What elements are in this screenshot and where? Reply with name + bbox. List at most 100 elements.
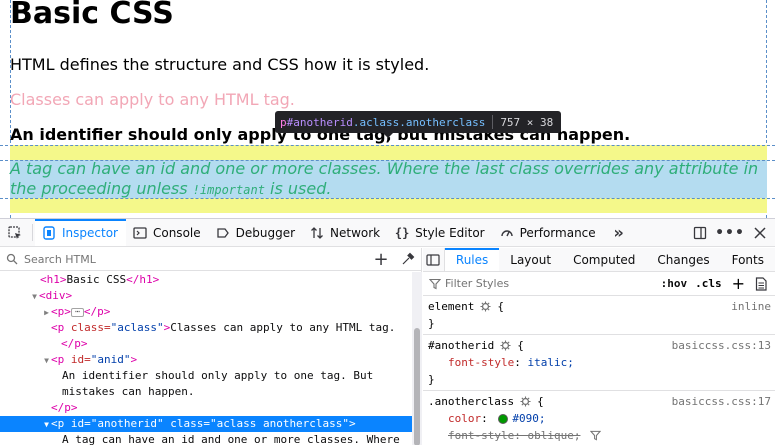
tree-node-p-aclass[interactable]: <p class="aclass">Classes can apply to a… — [0, 320, 412, 336]
ellipsis-icon: ••• — [715, 224, 745, 241]
declaration-font-style[interactable]: font-style: italic; — [428, 354, 771, 371]
paragraph-line-2: the proceeding unless !important is used… — [10, 179, 332, 198]
tab-fonts[interactable]: Fonts — [721, 248, 775, 271]
more-tools-button[interactable]: » — [604, 219, 634, 246]
devtools-toolbar: Inspector Console Debugger Network {} St… — [0, 219, 775, 247]
declaration-font-style-overridden[interactable]: font-style: oblique; — [428, 427, 771, 444]
tree-node-p-anotherid-selected[interactable]: ▼ <p id="anotherid" class="aclass another… — [0, 416, 412, 432]
color-swatch[interactable] — [498, 413, 509, 424]
paragraph-classes: Classes can apply to any HTML tag. — [10, 90, 295, 109]
tree-node-p-anid[interactable]: ▼ <p id="anid"> — [0, 352, 412, 368]
tree-text-node[interactable]: An identifier should only apply to one t… — [0, 368, 412, 384]
print-media-button[interactable] — [755, 276, 767, 291]
tab-inspector[interactable]: Inspector — [35, 219, 126, 246]
tab-changes[interactable]: Changes — [646, 248, 720, 271]
pick-element-icon — [8, 225, 21, 239]
expand-arrow-icon[interactable]: ▶ — [42, 305, 51, 321]
tree-node-div[interactable]: ▼ <div> — [0, 288, 412, 304]
dock-toggle-button[interactable] — [685, 219, 715, 246]
rule-source: inline — [731, 300, 771, 313]
tree-node-h1[interactable]: <h1>Basic CSS</h1> — [0, 272, 412, 288]
tab-performance[interactable]: Performance — [493, 219, 604, 246]
toolbar-right-controls: ••• — [685, 219, 775, 246]
tab-style-editor[interactable]: {} Style Editor — [388, 219, 492, 246]
filter-rule-icon[interactable] — [590, 430, 602, 441]
page-preview: Basic CSS HTML defines the structure and… — [0, 0, 775, 218]
rule-source-link[interactable]: basiccss.css:17 — [672, 393, 771, 410]
tooltip-arrow — [383, 133, 393, 138]
tree-text-node[interactable]: mistakes can happen. — [0, 384, 412, 400]
filter-icon — [429, 278, 441, 289]
tab-inspector-label: Inspector — [62, 225, 118, 240]
collapsed-content-icon[interactable]: ⋯ — [70, 307, 84, 317]
rules-list: element { inline } #anotherid { basiccss… — [423, 296, 775, 445]
collapse-arrow-icon[interactable]: ▼ — [30, 289, 39, 305]
collapse-arrow-icon[interactable]: ▼ — [42, 417, 51, 433]
gear-icon[interactable] — [500, 340, 511, 351]
declaration-color[interactable]: color: #090; — [428, 410, 771, 427]
guide-line-content-top — [0, 160, 775, 161]
html-search-bar: + — [0, 248, 421, 271]
markup-tree: <h1>Basic CSS</h1> ▼ <div> ▶ <p> ⋯ </p> <p c… — [0, 272, 412, 445]
style-editor-icon: {} — [394, 225, 410, 240]
page-heading: Basic CSS — [10, 0, 174, 31]
chevron-double-right-icon: » — [613, 223, 624, 242]
tree-text-node[interactable]: A tag can have an id and one or more cla… — [0, 432, 412, 445]
tab-console-label: Console — [152, 225, 201, 240]
network-icon — [309, 225, 325, 241]
rule-anotherid: #anotherid { basiccss.css:13 font-style:… — [423, 335, 775, 391]
important-code: !important — [192, 183, 265, 197]
performance-icon — [499, 225, 515, 241]
tooltip-classes: .aclass.anotherclass — [352, 115, 486, 129]
tree-node-p-close[interactable]: </p> — [0, 400, 412, 416]
tab-style-editor-label: Style Editor — [415, 225, 485, 240]
add-rule-button[interactable]: + — [732, 274, 745, 293]
sidebar-tabs: Rules Layout Computed Changes Fonts — [423, 248, 775, 272]
paragraph-structure: HTML defines the structure and CSS how i… — [10, 55, 430, 74]
tree-node-p-collapsed[interactable]: ▶ <p> ⋯ </p> — [0, 304, 412, 320]
rule-source-link[interactable]: basiccss.css:13 — [672, 337, 771, 354]
options-menu-button[interactable]: ••• — [715, 219, 745, 246]
tab-debugger[interactable]: Debugger — [209, 219, 303, 246]
hover-states-button[interactable]: :hov — [661, 277, 688, 290]
add-node-button[interactable]: + — [367, 249, 395, 270]
margin-highlight-top — [10, 145, 767, 160]
tab-layout[interactable]: Layout — [499, 248, 562, 271]
devtools-panel: Inspector Console Debugger Network {} St… — [0, 218, 775, 445]
tab-rules[interactable]: Rules — [444, 248, 500, 271]
collapse-arrow-icon[interactable]: ▼ — [42, 353, 51, 369]
markup-scrollbar-thumb[interactable] — [414, 328, 420, 445]
guide-line-content-bottom — [0, 198, 775, 199]
tab-console[interactable]: Console — [126, 219, 209, 246]
toggle-layout-button[interactable] — [423, 248, 445, 271]
debugger-icon — [215, 225, 231, 241]
paragraph-highlighted: A tag can have an id and one or more cla… — [10, 159, 767, 200]
pick-element-button[interactable] — [0, 219, 30, 246]
tree-node-p-close[interactable]: </p> — [0, 336, 412, 352]
rule-element: element { inline } — [423, 296, 775, 335]
filter-styles-input[interactable]: Filter Styles — [445, 277, 509, 290]
element-info-tooltip: p #anotherid .aclass.anotherclass 757 × 38 — [275, 111, 562, 138]
tooltip-size: 757 × 38 — [500, 115, 554, 129]
rule-selector[interactable]: .anotherclass — [428, 393, 514, 410]
close-devtools-button[interactable] — [745, 219, 775, 246]
gear-icon[interactable] — [480, 301, 491, 312]
class-toggle-button[interactable]: .cls — [695, 277, 722, 290]
gear-icon[interactable] — [520, 396, 531, 407]
rule-selector[interactable]: #anotherid — [428, 337, 494, 354]
eyedropper-button[interactable] — [395, 252, 421, 266]
rules-sidebar: Rules Layout Computed Changes Fonts Filt… — [423, 248, 775, 445]
tab-computed[interactable]: Computed — [562, 248, 646, 271]
panel-layout-icon — [426, 253, 441, 266]
document-icon — [755, 276, 767, 291]
tab-network[interactable]: Network — [303, 219, 388, 246]
paragraph-line-1: A tag can have an id and one or more cla… — [10, 159, 759, 178]
search-icon — [6, 252, 20, 266]
margin-highlight-bottom — [10, 198, 767, 213]
search-html-input[interactable] — [24, 252, 324, 266]
eyedropper-icon — [402, 252, 415, 265]
tab-debugger-label: Debugger — [235, 225, 296, 240]
toolbar-separator — [32, 224, 33, 241]
rule-selector[interactable]: element — [428, 298, 474, 315]
tooltip-tag: p — [280, 115, 287, 129]
